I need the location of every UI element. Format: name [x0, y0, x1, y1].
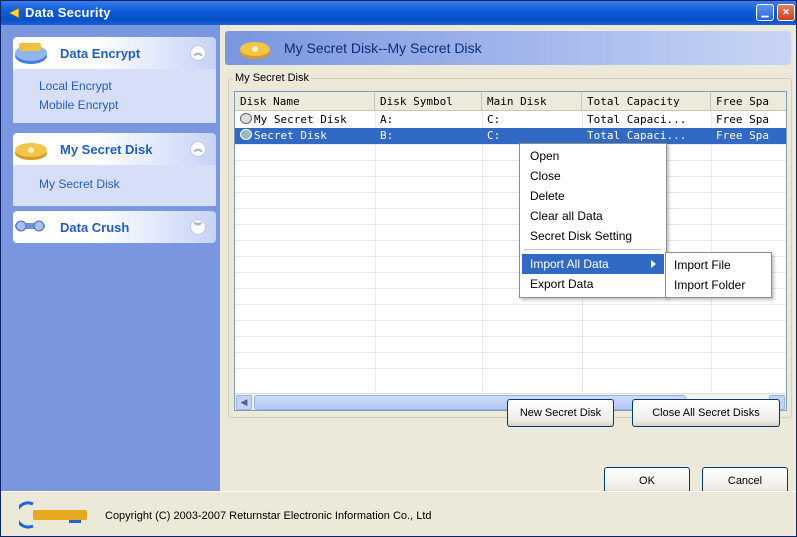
page-title: My Secret Disk--My Secret Disk	[284, 40, 482, 56]
submenu-item-import-folder[interactable]: Import Folder	[668, 275, 769, 295]
close-all-secret-disks-button[interactable]: Close All Secret Disks	[632, 399, 780, 427]
panel-body: My Secret Disk	[13, 165, 216, 206]
panel-body: Local Encrypt Mobile Encrypt	[13, 69, 216, 123]
menu-item-secret-disk-setting[interactable]: Secret Disk Setting	[522, 226, 664, 246]
window-title: Data Security	[25, 5, 111, 20]
submenu-item-import-file[interactable]: Import File	[668, 255, 769, 275]
menu-item-import-all-data[interactable]: Import All Data	[522, 254, 664, 274]
group-label: My Secret Disk	[233, 72, 311, 84]
shield-app-icon	[8, 7, 20, 19]
minimize-button[interactable]: ▁	[756, 4, 774, 21]
menu-item-clear-all-data[interactable]: Clear all Data	[522, 206, 664, 226]
new-secret-disk-button[interactable]: New Secret Disk	[507, 399, 614, 427]
column-header[interactable]: Disk Name	[235, 92, 375, 111]
cell-disk-name: My Secret Disk	[235, 112, 375, 128]
panel-label: My Secret Disk	[60, 142, 153, 157]
cell-main-disk: C:	[487, 113, 501, 126]
scroll-left-arrow-icon[interactable]: ◀	[236, 395, 252, 410]
column-divider	[482, 111, 483, 391]
grid-line	[235, 208, 786, 209]
sidebar: Data Encrypt ︽ Local Encrypt Mobile Encr…	[1, 25, 220, 491]
column-header[interactable]: Total Capacity	[582, 92, 711, 111]
secret-disk-header-icon	[240, 42, 270, 59]
column-header[interactable]: Main Disk	[482, 92, 582, 111]
content-header: My Secret Disk--My Secret Disk	[225, 31, 791, 65]
cell-disk-name: Secret Disk	[235, 128, 375, 144]
panel-data-crush: Data Crush ︾	[13, 211, 216, 243]
column-divider	[711, 111, 712, 391]
sidebar-item-mobile-encrypt[interactable]: Mobile Encrypt	[39, 96, 216, 115]
disk-icon	[240, 113, 252, 124]
disk-list[interactable]: Disk Name Disk Symbol Main Disk Total Ca…	[234, 91, 787, 411]
grid-line	[235, 192, 786, 193]
cell-free-space: Free Spa	[716, 129, 769, 142]
grid-line	[235, 176, 786, 177]
table-row-selected[interactable]: Secret Disk B: C: Total Capaci... Free S…	[235, 128, 786, 144]
sidebar-item-my-secret-disk[interactable]: My Secret Disk	[39, 175, 216, 194]
secret-disk-icon	[15, 143, 47, 160]
collapse-chevron-icon[interactable]: ︽	[190, 45, 206, 61]
copyright-text: Copyright (C) 2003-2007 Returnstar Elect…	[105, 510, 432, 522]
grid-line	[235, 368, 786, 369]
table-row[interactable]: My Secret Disk A: C: Total Capaci... Fre…	[235, 112, 786, 128]
panel-label: Data Crush	[60, 220, 130, 235]
context-menu: Open Close Delete Clear all Data Secret …	[519, 143, 667, 298]
cell-main-disk: C:	[487, 129, 501, 142]
grid-line	[235, 240, 786, 241]
menu-item-export-data[interactable]: Export Data	[522, 274, 664, 294]
disk-icon	[240, 129, 252, 140]
title-bar[interactable]: Data Security ▁ ✕	[1, 1, 796, 25]
collapse-chevron-icon[interactable]: ︽	[190, 141, 206, 157]
import-submenu: Import File Import Folder	[665, 252, 772, 298]
panel-header-data-encrypt[interactable]: Data Encrypt ︽	[13, 37, 216, 69]
scroll-thumb[interactable]	[254, 395, 686, 410]
expand-chevron-icon[interactable]: ︾	[190, 219, 206, 235]
panel-header-my-secret-disk[interactable]: My Secret Disk ︽	[13, 133, 216, 165]
panel-data-encrypt: Data Encrypt ︽ Local Encrypt Mobile Encr…	[13, 37, 216, 123]
menu-item-close[interactable]: Close	[522, 166, 664, 186]
encrypt-disk-icon	[15, 43, 47, 64]
panel-header-data-crush[interactable]: Data Crush ︾	[13, 211, 216, 243]
cell-disk-symbol: B:	[380, 129, 394, 142]
grid-line	[235, 224, 786, 225]
cell-total-capacity: Total Capaci...	[587, 113, 687, 126]
cell-total-capacity: Total Capaci...	[587, 129, 687, 142]
grid-line	[235, 352, 786, 353]
menu-item-delete[interactable]: Delete	[522, 186, 664, 206]
menu-item-label: Import All Data	[530, 257, 609, 271]
column-divider	[375, 111, 376, 391]
grid-line	[235, 336, 786, 337]
menu-item-open[interactable]: Open	[522, 146, 664, 166]
grid-line	[235, 144, 786, 145]
disk-name-text: Secret Disk	[254, 129, 327, 142]
footer: Copyright (C) 2003-2007 Returnstar Elect…	[1, 491, 796, 536]
submenu-arrow-icon	[651, 260, 656, 268]
cell-disk-symbol: A:	[380, 113, 394, 126]
panel-label: Data Encrypt	[60, 46, 141, 61]
grid-line	[235, 304, 786, 305]
app-window: Data Security ▁ ✕ Data Encrypt ︽ Local E…	[0, 0, 797, 537]
grid-line	[235, 320, 786, 321]
column-header[interactable]: Disk Symbol	[375, 92, 482, 111]
panel-my-secret-disk: My Secret Disk ︽ My Secret Disk	[13, 133, 216, 206]
column-header[interactable]: Free Spa	[711, 92, 786, 111]
cell-free-space: Free Spa	[716, 113, 769, 126]
disk-name-text: My Secret Disk	[254, 113, 347, 126]
sidebar-item-local-encrypt[interactable]: Local Encrypt	[39, 77, 216, 96]
list-header: Disk Name Disk Symbol Main Disk Total Ca…	[235, 92, 786, 111]
menu-separator	[524, 249, 662, 250]
returnstar-logo	[19, 501, 87, 529]
data-crush-icon	[15, 220, 45, 232]
grid-line	[235, 160, 786, 161]
close-window-button[interactable]: ✕	[777, 4, 795, 21]
